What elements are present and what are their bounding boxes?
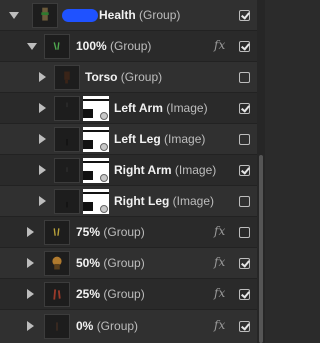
visibility-checkbox[interactable] xyxy=(239,321,250,332)
layer-thumbnail xyxy=(44,251,70,276)
fx-icon[interactable]: fx xyxy=(214,286,225,300)
layer-row-right-leg[interactable]: Right Leg (Image) xyxy=(0,186,257,217)
visibility-checkbox[interactable] xyxy=(239,10,250,21)
visibility-checkbox[interactable] xyxy=(239,41,250,52)
expand-toggle-icon[interactable] xyxy=(39,165,46,175)
visibility-checkbox[interactable] xyxy=(239,165,250,176)
layer-thumbnail xyxy=(54,127,80,152)
layer-label: 50% (Group) xyxy=(76,256,145,270)
expand-toggle-icon[interactable] xyxy=(27,258,34,268)
visibility-checkbox[interactable] xyxy=(239,134,250,145)
layer-label: 100% (Group) xyxy=(76,39,152,53)
expand-toggle-icon[interactable] xyxy=(27,289,34,299)
layer-row-torso[interactable]: Torso (Group) xyxy=(0,62,257,93)
layer-thumbnail xyxy=(54,189,80,214)
layer-row-health[interactable]: Health (Group) xyxy=(0,0,257,31)
layer-mask-thumbnail xyxy=(83,158,109,183)
layer-label: Torso (Group) xyxy=(85,70,163,84)
fx-icon[interactable]: fx xyxy=(214,255,225,269)
layer-mask-thumbnail xyxy=(83,127,109,152)
layer-thumbnail xyxy=(44,314,70,339)
expand-toggle-icon[interactable] xyxy=(39,72,46,82)
fx-icon[interactable]: fx xyxy=(214,318,225,332)
layer-thumbnail xyxy=(44,34,70,59)
layer-label: 0% (Group) xyxy=(76,319,139,333)
layer-row-0[interactable]: 0% (Group) fx xyxy=(0,310,257,343)
layer-label: Health (Group) xyxy=(99,8,181,22)
layer-label: Left Leg (Image) xyxy=(114,132,206,146)
expand-toggle-icon[interactable] xyxy=(27,321,34,331)
layer-label: 75% (Group) xyxy=(76,225,145,239)
expand-toggle-icon[interactable] xyxy=(9,12,19,19)
scrollbar[interactable] xyxy=(257,0,265,343)
expand-toggle-icon[interactable] xyxy=(39,134,46,144)
layer-mask-thumbnail xyxy=(83,96,109,121)
layer-thumbnail xyxy=(32,3,58,28)
scrollbar-thumb[interactable] xyxy=(259,155,263,343)
visibility-checkbox[interactable] xyxy=(239,103,250,114)
layer-label: Right Arm (Image) xyxy=(114,163,217,177)
layer-row-100[interactable]: 100% (Group) fx xyxy=(0,31,257,62)
layer-mask-thumbnail xyxy=(83,189,109,214)
visibility-checkbox[interactable] xyxy=(239,227,250,238)
fx-icon[interactable]: fx xyxy=(214,224,225,238)
expand-toggle-icon[interactable] xyxy=(39,196,46,206)
layers-panel: Health (Group) 100% (Group) fx Torso (Gr… xyxy=(0,0,265,343)
expand-toggle-icon[interactable] xyxy=(27,227,34,237)
layer-row-75[interactable]: 75% (Group) fx xyxy=(0,217,257,248)
layer-thumbnail xyxy=(54,65,80,90)
layer-row-50[interactable]: 50% (Group) fx xyxy=(0,248,257,279)
layer-row-left-leg[interactable]: Left Leg (Image) xyxy=(0,124,257,155)
redacted-blob xyxy=(62,9,98,22)
layer-thumbnail xyxy=(54,158,80,183)
visibility-checkbox[interactable] xyxy=(239,258,250,269)
layer-label: 25% (Group) xyxy=(76,287,145,301)
layer-row-left-arm[interactable]: Left Arm (Image) xyxy=(0,93,257,124)
fx-icon[interactable]: fx xyxy=(214,38,225,52)
layer-row-right-arm[interactable]: Right Arm (Image) xyxy=(0,155,257,186)
layer-thumbnail xyxy=(54,96,80,121)
visibility-checkbox[interactable] xyxy=(239,196,250,207)
visibility-checkbox[interactable] xyxy=(239,289,250,300)
layer-thumbnail xyxy=(44,220,70,245)
layer-label: Right Leg (Image) xyxy=(114,194,215,208)
expand-toggle-icon[interactable] xyxy=(27,43,37,50)
layer-label: Left Arm (Image) xyxy=(114,101,208,115)
visibility-checkbox[interactable] xyxy=(239,72,250,83)
layer-row-25[interactable]: 25% (Group) fx xyxy=(0,279,257,310)
expand-toggle-icon[interactable] xyxy=(39,103,46,113)
layer-thumbnail xyxy=(44,282,70,307)
